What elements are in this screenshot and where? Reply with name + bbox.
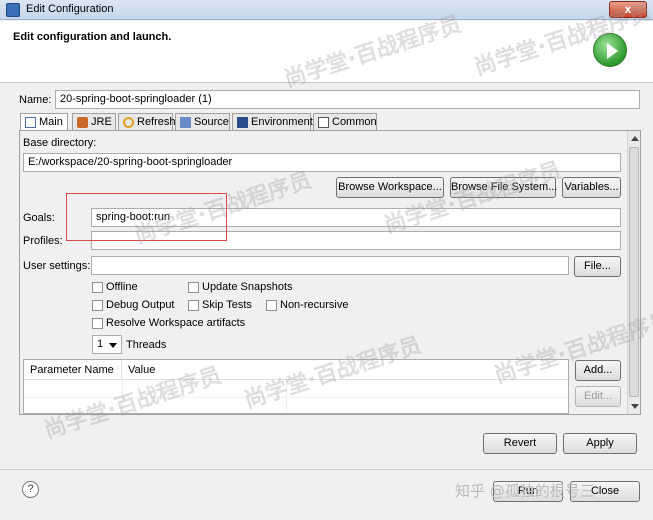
parameter-table[interactable]: Parameter Name Value bbox=[23, 359, 569, 414]
run-icon bbox=[593, 33, 627, 67]
browse-file-system-button[interactable]: Browse File System... bbox=[450, 177, 557, 198]
update-snapshots-checkbox[interactable] bbox=[188, 282, 199, 293]
tab-environment-label: Environment bbox=[251, 116, 313, 128]
tab-main-label: Main bbox=[39, 116, 63, 128]
base-directory-field[interactable]: E:/workspace/20-spring-boot-springloader bbox=[23, 153, 621, 172]
non-recursive-label: Non-recursive bbox=[280, 299, 349, 311]
main-tab-icon bbox=[25, 117, 36, 128]
name-field[interactable]: 20-spring-boot-springloader (1) bbox=[55, 90, 640, 109]
eclipse-app-icon bbox=[6, 3, 20, 17]
resolve-workspace-checkbox[interactable] bbox=[92, 318, 103, 329]
skip-tests-checkbox[interactable] bbox=[188, 300, 199, 311]
name-label: Name: bbox=[19, 94, 52, 106]
table-row bbox=[24, 397, 568, 398]
user-settings-label: User settings: bbox=[23, 260, 91, 272]
revert-button[interactable]: Revert bbox=[483, 433, 557, 454]
column-header-parameter-name[interactable]: Parameter Name bbox=[24, 360, 122, 380]
browse-workspace-button[interactable]: Browse Workspace... bbox=[336, 177, 444, 198]
scroll-up-icon[interactable] bbox=[631, 136, 639, 141]
source-icon bbox=[180, 117, 191, 128]
threads-label: Threads bbox=[126, 339, 167, 351]
offline-label: Offline bbox=[106, 281, 138, 293]
title-bar: Edit Configuration x bbox=[0, 0, 653, 20]
close-window-button[interactable]: x bbox=[609, 1, 647, 18]
debug-output-checkbox[interactable] bbox=[92, 300, 103, 311]
refresh-icon bbox=[123, 117, 134, 128]
file-button[interactable]: File... bbox=[574, 256, 621, 277]
dialog-header: Edit configuration and launch. bbox=[0, 21, 653, 83]
profiles-label: Profiles: bbox=[23, 235, 63, 247]
environment-icon bbox=[237, 117, 248, 128]
tab-refresh-label: Refresh bbox=[137, 116, 176, 128]
tab-environment[interactable]: Environment bbox=[232, 113, 313, 131]
base-directory-label: Base directory: bbox=[23, 137, 97, 149]
header-title: Edit configuration and launch. bbox=[13, 31, 172, 43]
chevron-down-icon bbox=[109, 343, 117, 348]
tab-common[interactable]: Common bbox=[313, 113, 377, 131]
jre-icon bbox=[77, 117, 88, 128]
tab-jre[interactable]: JRE bbox=[72, 113, 116, 131]
tab-refresh[interactable]: Refresh bbox=[118, 113, 176, 131]
update-snapshots-label: Update Snapshots bbox=[202, 281, 293, 293]
zhihu-watermark: 知乎 @孤独的根号三 bbox=[455, 482, 595, 500]
skip-tests-label: Skip Tests bbox=[202, 299, 252, 311]
edit-parameter-button[interactable]: Edit... bbox=[575, 386, 621, 407]
user-settings-field[interactable] bbox=[91, 256, 569, 275]
add-parameter-button[interactable]: Add... bbox=[575, 360, 621, 381]
help-icon[interactable]: ? bbox=[22, 481, 39, 498]
threads-select[interactable]: 1 bbox=[92, 335, 122, 354]
debug-output-label: Debug Output bbox=[106, 299, 175, 311]
threads-value: 1 bbox=[97, 338, 104, 350]
panel-scrollbar[interactable] bbox=[627, 131, 640, 414]
common-icon bbox=[318, 117, 329, 128]
scroll-down-icon[interactable] bbox=[631, 404, 639, 409]
non-recursive-checkbox[interactable] bbox=[266, 300, 277, 311]
variables-button[interactable]: Variables... bbox=[562, 177, 621, 198]
column-header-value[interactable]: Value bbox=[122, 360, 568, 380]
window-title: Edit Configuration bbox=[26, 3, 114, 15]
tab-jre-label: JRE bbox=[91, 116, 112, 128]
goals-highlight-box bbox=[66, 193, 227, 241]
tab-source[interactable]: Source bbox=[175, 113, 230, 131]
tab-source-label: Source bbox=[194, 116, 229, 128]
footer-divider bbox=[0, 469, 653, 470]
apply-button[interactable]: Apply bbox=[563, 433, 637, 454]
offline-checkbox[interactable] bbox=[92, 282, 103, 293]
goals-label: Goals: bbox=[23, 212, 55, 224]
scroll-thumb[interactable] bbox=[629, 147, 639, 397]
resolve-workspace-label: Resolve Workspace artifacts bbox=[106, 317, 246, 329]
tab-common-label: Common bbox=[332, 116, 377, 128]
